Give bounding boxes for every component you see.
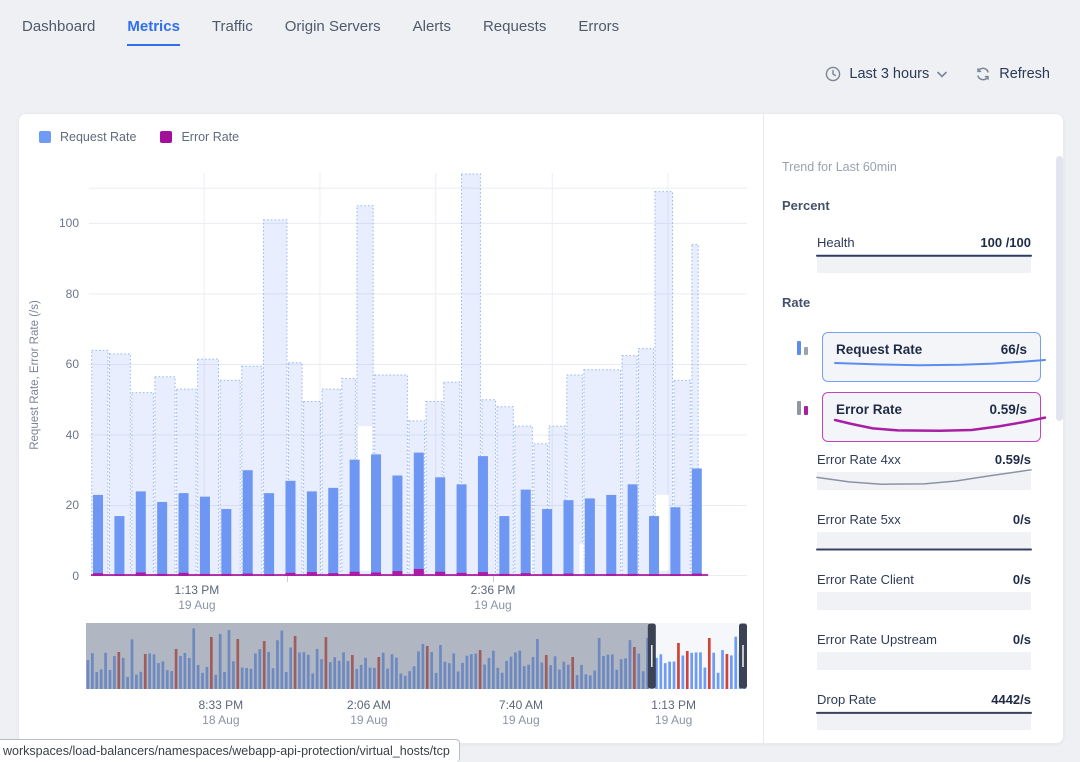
tab-bar: Dashboard Metrics Traffic Origin Servers Ale… bbox=[22, 18, 619, 46]
metric-sparkline bbox=[817, 472, 1031, 490]
y-tick-label: 100 bbox=[58, 216, 79, 231]
metric-row-error-rate-5xx[interactable]: Error Rate 5xx 0/s bbox=[817, 512, 1031, 550]
chart-toolbar: Last 3 hours Refresh bbox=[825, 66, 1050, 82]
metric-sparkline bbox=[817, 592, 1031, 610]
metric-value: 0/s bbox=[1012, 572, 1031, 587]
y-tick-label: 20 bbox=[65, 498, 79, 513]
chevron-down-icon bbox=[937, 71, 948, 78]
metric-sparkline bbox=[817, 652, 1031, 670]
legend-label: Request Rate bbox=[60, 130, 137, 144]
metric-value: 100 /100 bbox=[980, 235, 1031, 250]
refresh-icon bbox=[975, 66, 991, 82]
metric-sparkline bbox=[835, 354, 1045, 374]
refresh-button[interactable]: Refresh bbox=[975, 66, 1050, 82]
clock-icon bbox=[825, 66, 841, 82]
sidebar-section-percent: Percent bbox=[782, 198, 830, 213]
metric-card-request-rate[interactable]: Request Rate 66/s bbox=[822, 332, 1041, 382]
metric-card-error-rate[interactable]: Error Rate 0.59/s bbox=[822, 392, 1041, 442]
brush-tick-label: 7:40 AM 19 Aug bbox=[498, 698, 543, 727]
x-tick-label: 1:13 PM 19 Aug bbox=[174, 583, 220, 612]
refresh-label: Refresh bbox=[999, 66, 1050, 82]
metric-sparkline bbox=[817, 532, 1031, 550]
y-tick-label: 0 bbox=[72, 569, 79, 583]
metric-label: Error Rate 5xx bbox=[817, 512, 901, 527]
time-range-selector[interactable]: Last 3 hours bbox=[825, 66, 948, 82]
metric-sparkline bbox=[835, 414, 1045, 434]
main-chart-canvas[interactable] bbox=[89, 173, 747, 576]
metric-value: 4442/s bbox=[991, 692, 1031, 707]
metric-row-drop-rate[interactable]: Drop Rate 4442/s bbox=[817, 692, 1031, 730]
brush-tick-label: 2:06 AM 19 Aug bbox=[346, 698, 391, 727]
bar-chart-icon[interactable] bbox=[792, 336, 814, 358]
legend-item[interactable]: Error Rate bbox=[160, 130, 239, 144]
brush-tick-label: 8:33 PM 18 Aug bbox=[198, 698, 244, 727]
y-tick-label: 40 bbox=[65, 427, 79, 442]
sidebar-section-rate: Rate bbox=[782, 295, 811, 310]
nav-tab-metrics[interactable]: Metrics bbox=[127, 18, 180, 46]
metric-label: Error Rate Upstream bbox=[817, 632, 937, 647]
metric-sparkline bbox=[817, 712, 1031, 730]
y-axis-tick-labels: 0 20 40 60 80 100 bbox=[45, 173, 79, 583]
metric-label: Drop Rate bbox=[817, 692, 877, 707]
chart-legend: Request Rate Error Rate bbox=[39, 130, 239, 144]
metric-sparkline bbox=[817, 255, 1031, 273]
metric-row-error-rate-4xx[interactable]: Error Rate 4xx 0.59/s bbox=[817, 452, 1031, 490]
legend-item[interactable]: Request Rate bbox=[39, 130, 136, 144]
brush-tick-label: 1:13 PM 19 Aug bbox=[651, 698, 696, 727]
x-tick-label: 2:36 PM 19 Aug bbox=[470, 583, 516, 612]
nav-tab-requests[interactable]: Requests bbox=[483, 18, 546, 46]
y-tick-label: 60 bbox=[65, 357, 79, 372]
trend-title: Trend for Last 60min bbox=[782, 160, 897, 174]
metric-value: 0/s bbox=[1012, 512, 1031, 527]
sidebar-scrollbar-thumb[interactable] bbox=[1056, 156, 1063, 421]
nav-tab-errors[interactable]: Errors bbox=[578, 18, 619, 46]
time-range-label: Last 3 hours bbox=[849, 66, 930, 82]
y-tick-label: 80 bbox=[65, 286, 79, 301]
metric-row-error-rate-client[interactable]: Error Rate Client 0/s bbox=[817, 572, 1031, 610]
legend-label: Error Rate bbox=[181, 130, 240, 144]
nav-tab-origin-servers[interactable]: Origin Servers bbox=[285, 18, 381, 46]
y-axis-title: Request Rate, Error Rate (/s) bbox=[29, 299, 41, 450]
x-axis-tick-labels: 1:13 PM 19 Aug 2:36 PM 19 Aug bbox=[89, 583, 747, 617]
metric-label: Error Rate Client bbox=[817, 572, 914, 587]
metric-value: 0/s bbox=[1012, 632, 1031, 647]
time-brush[interactable] bbox=[86, 623, 747, 689]
link-preview-tooltip: workspaces/load-balancers/namespaces/web… bbox=[0, 739, 460, 762]
metric-value: 0.59/s bbox=[994, 452, 1031, 467]
metric-label: Error Rate 4xx bbox=[817, 452, 901, 467]
legend-swatch bbox=[39, 131, 51, 143]
brush-axis-labels: 8:33 PM 18 Aug 2:06 AM 19 Aug 7:40 AM 19 Aug 1… bbox=[86, 698, 747, 730]
legend-swatch bbox=[160, 131, 173, 143]
metric-label: Health bbox=[817, 235, 855, 250]
bar-chart-icon[interactable] bbox=[792, 396, 814, 418]
metrics-panel: Request Rate Error Rate Request Rate, Er… bbox=[18, 113, 1064, 744]
trend-sidebar: Trend for Last 60min Percent Health 100 … bbox=[763, 114, 1062, 743]
nav-tab-alerts[interactable]: Alerts bbox=[413, 18, 451, 46]
nav-tab-dashboard[interactable]: Dashboard bbox=[22, 18, 95, 46]
app-root: { "nav": { "tabs": [ {"label": "Dashboar… bbox=[0, 0, 1080, 762]
metric-row-health[interactable]: Health 100 /100 bbox=[817, 235, 1031, 273]
x-axis-ticks bbox=[89, 576, 747, 582]
nav-tab-traffic[interactable]: Traffic bbox=[212, 18, 253, 46]
main-chart[interactable] bbox=[89, 173, 747, 576]
metric-row-error-rate-upstream[interactable]: Error Rate Upstream 0/s bbox=[817, 632, 1031, 670]
